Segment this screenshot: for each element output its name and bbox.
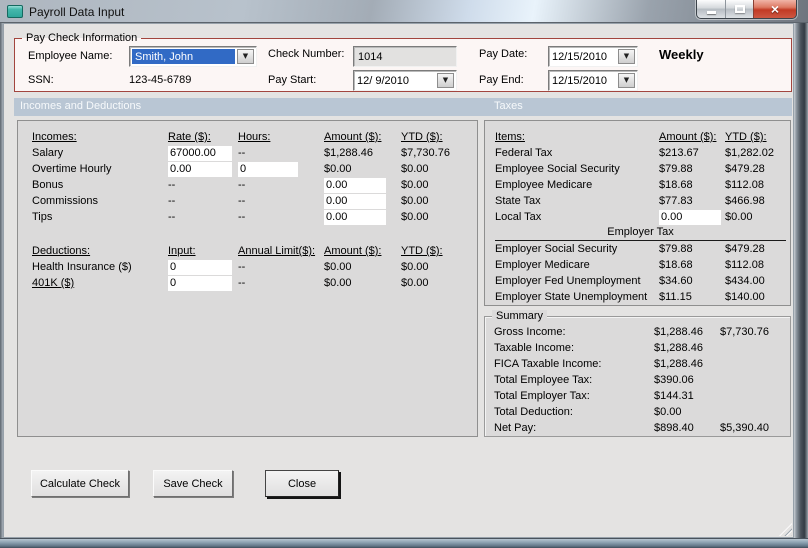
table-row: State Tax $77.83 $466.98 xyxy=(495,195,765,207)
section-header-bar: Incomes and Deductions Taxes xyxy=(14,98,792,116)
table-row: Gross Income: $1,288.46 $7,730.76 xyxy=(494,326,769,338)
table-row: Federal Tax $213.67 $1,282.02 xyxy=(495,147,774,159)
minimize-button[interactable] xyxy=(697,0,725,18)
taxes-header-row: Items: Amount ($): YTD ($): xyxy=(495,131,767,143)
save-check-button[interactable]: Save Check xyxy=(153,470,233,497)
client-area: Pay Check Information Employee Name: Smi… xyxy=(3,23,794,538)
table-row: Health Insurance ($) -- $0.00 $0.00 xyxy=(32,259,477,275)
calculate-check-button[interactable]: Calculate Check xyxy=(31,470,129,497)
incomes-deductions-header: Incomes and Deductions xyxy=(20,100,142,112)
maximize-icon xyxy=(734,5,745,13)
window-border-right xyxy=(794,23,808,548)
pay-date-dropdown-button[interactable]: ▼ xyxy=(618,49,635,64)
paycheck-group-legend: Pay Check Information xyxy=(22,32,142,45)
pay-end-dropdown-button[interactable]: ▼ xyxy=(618,73,635,88)
health-insurance-input[interactable] xyxy=(168,259,232,275)
pay-start-label: Pay Start: xyxy=(268,74,317,86)
window-border-bottom xyxy=(0,538,808,548)
table-row: Salary -- $1,288.46 $7,730.76 xyxy=(32,145,477,161)
overtime-rate-input[interactable] xyxy=(168,161,232,177)
taxes-panel: Items: Amount ($): YTD ($): Federal Tax $… xyxy=(484,120,791,306)
pay-frequency-label: Weekly xyxy=(659,47,704,62)
employee-dropdown-button[interactable]: ▼ xyxy=(237,49,254,64)
caption-buttons: × xyxy=(696,0,797,19)
employee-name-value: Smith, John xyxy=(132,49,235,64)
check-number-label: Check Number: xyxy=(268,48,345,60)
salary-rate-input[interactable] xyxy=(168,145,232,161)
pay-date-picker[interactable]: 12/15/2010 ▼ xyxy=(548,46,638,67)
table-row: Employee Medicare $18.68 $112.08 xyxy=(495,179,764,191)
incomes-header-row: Incomes: Rate ($): Hours: Amount ($): YT… xyxy=(32,131,443,143)
401k-input[interactable] xyxy=(168,275,232,291)
table-row: Total Deduction: $0.00 xyxy=(494,406,682,418)
local-tax-input[interactable] xyxy=(659,209,721,225)
pay-end-value: 12/15/2010 xyxy=(552,74,608,87)
table-row: Taxable Income: $1,288.46 xyxy=(494,342,703,354)
chevron-down-icon: ▼ xyxy=(242,52,249,60)
minimize-icon xyxy=(706,10,716,14)
tips-amount-input[interactable] xyxy=(324,209,386,225)
check-number-value: 1014 xyxy=(358,50,383,63)
check-number-field[interactable]: 1014 xyxy=(353,46,457,67)
table-row: Employer Medicare $18.68 $112.08 xyxy=(495,259,764,271)
table-row: Employer State Unemployment $11.15 $140.00 xyxy=(495,291,765,303)
table-row: Total Employer Tax: $144.31 xyxy=(494,390,694,402)
table-row: Commissions -- -- $0.00 xyxy=(32,193,477,209)
incomes-deductions-panel: Incomes: Rate ($): Hours: Amount ($): YT… xyxy=(17,120,478,437)
overtime-hours-input[interactable] xyxy=(238,161,298,177)
resize-grip[interactable] xyxy=(779,523,792,536)
close-icon: × xyxy=(770,1,780,17)
ssn-value: 123-45-6789 xyxy=(129,74,192,86)
commissions-amount-input[interactable] xyxy=(324,193,386,209)
chevron-down-icon: ▼ xyxy=(442,76,449,84)
table-row: Net Pay: $898.40 $5,390.40 xyxy=(494,422,769,434)
pay-date-value: 12/15/2010 xyxy=(552,50,608,63)
chevron-down-icon: ▼ xyxy=(623,52,630,60)
ssn-label: SSN: xyxy=(28,74,54,86)
paycheck-info-group: Pay Check Information Employee Name: Smi… xyxy=(14,32,792,92)
table-row: Overtime Hourly $0.00 $0.00 xyxy=(32,161,477,177)
table-row: Tips -- -- $0.00 xyxy=(32,209,477,225)
table-row: 401K ($) -- $0.00 $0.00 xyxy=(32,275,477,291)
pay-end-label: Pay End: xyxy=(479,74,524,86)
pay-date-label: Pay Date: xyxy=(479,48,528,60)
pay-start-value: 12/ 9/2010 xyxy=(357,74,409,87)
employee-name-select[interactable]: Smith, John ▼ xyxy=(129,46,257,67)
table-row: Bonus -- -- $0.00 xyxy=(32,177,477,193)
bonus-amount-input[interactable] xyxy=(324,177,386,193)
employee-name-label: Employee Name: xyxy=(28,50,113,62)
close-window-button[interactable]: × xyxy=(753,0,796,18)
summary-group-legend: Summary xyxy=(492,310,548,323)
table-row: Employer Social Security $79.88 $479.28 xyxy=(495,243,765,255)
chevron-down-icon: ▼ xyxy=(623,76,630,84)
table-row: FICA Taxable Income: $1,288.46 xyxy=(494,358,703,370)
table-row: Employee Social Security $79.88 $479.28 xyxy=(495,163,765,175)
pay-start-picker[interactable]: 12/ 9/2010 ▼ xyxy=(353,70,457,91)
401k-link-label[interactable]: 401K ($) xyxy=(32,277,168,289)
deductions-header-row: Deductions: Input: Annual Limit($): Amou… xyxy=(32,245,443,257)
window-title: Payroll Data Input xyxy=(29,5,125,19)
summary-group: Summary Gross Income: $1,288.46 $7,730.76 … xyxy=(484,310,791,437)
employer-tax-divider: Employer Tax xyxy=(495,226,786,241)
pay-end-picker[interactable]: 12/15/2010 ▼ xyxy=(548,70,638,91)
table-row: Employer Fed Unemployment $34.60 $434.00 xyxy=(495,275,765,287)
close-button[interactable]: Close xyxy=(265,470,339,497)
table-row: Total Employee Tax: $390.06 xyxy=(494,374,694,386)
maximize-button[interactable] xyxy=(725,0,753,18)
taxes-header: Taxes xyxy=(494,100,523,112)
app-icon xyxy=(7,5,23,18)
title-bar[interactable]: Payroll Data Input × xyxy=(0,0,808,23)
payroll-window: Payroll Data Input × Pay Check Informati… xyxy=(0,0,808,548)
table-row: Local Tax $0.00 xyxy=(495,209,790,225)
pay-start-dropdown-button[interactable]: ▼ xyxy=(437,73,454,88)
